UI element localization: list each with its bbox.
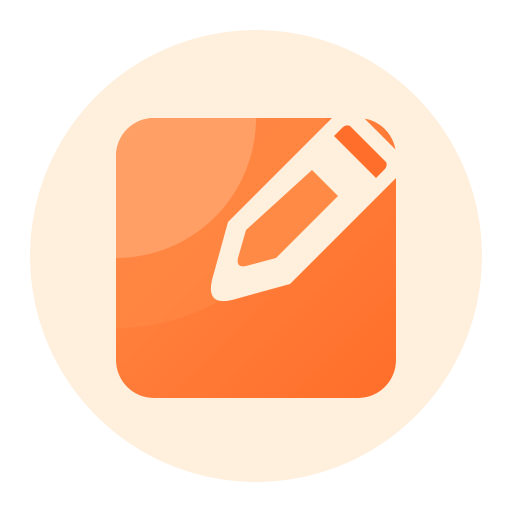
icon-canvas bbox=[0, 0, 512, 512]
edit-icon[interactable] bbox=[0, 0, 512, 512]
